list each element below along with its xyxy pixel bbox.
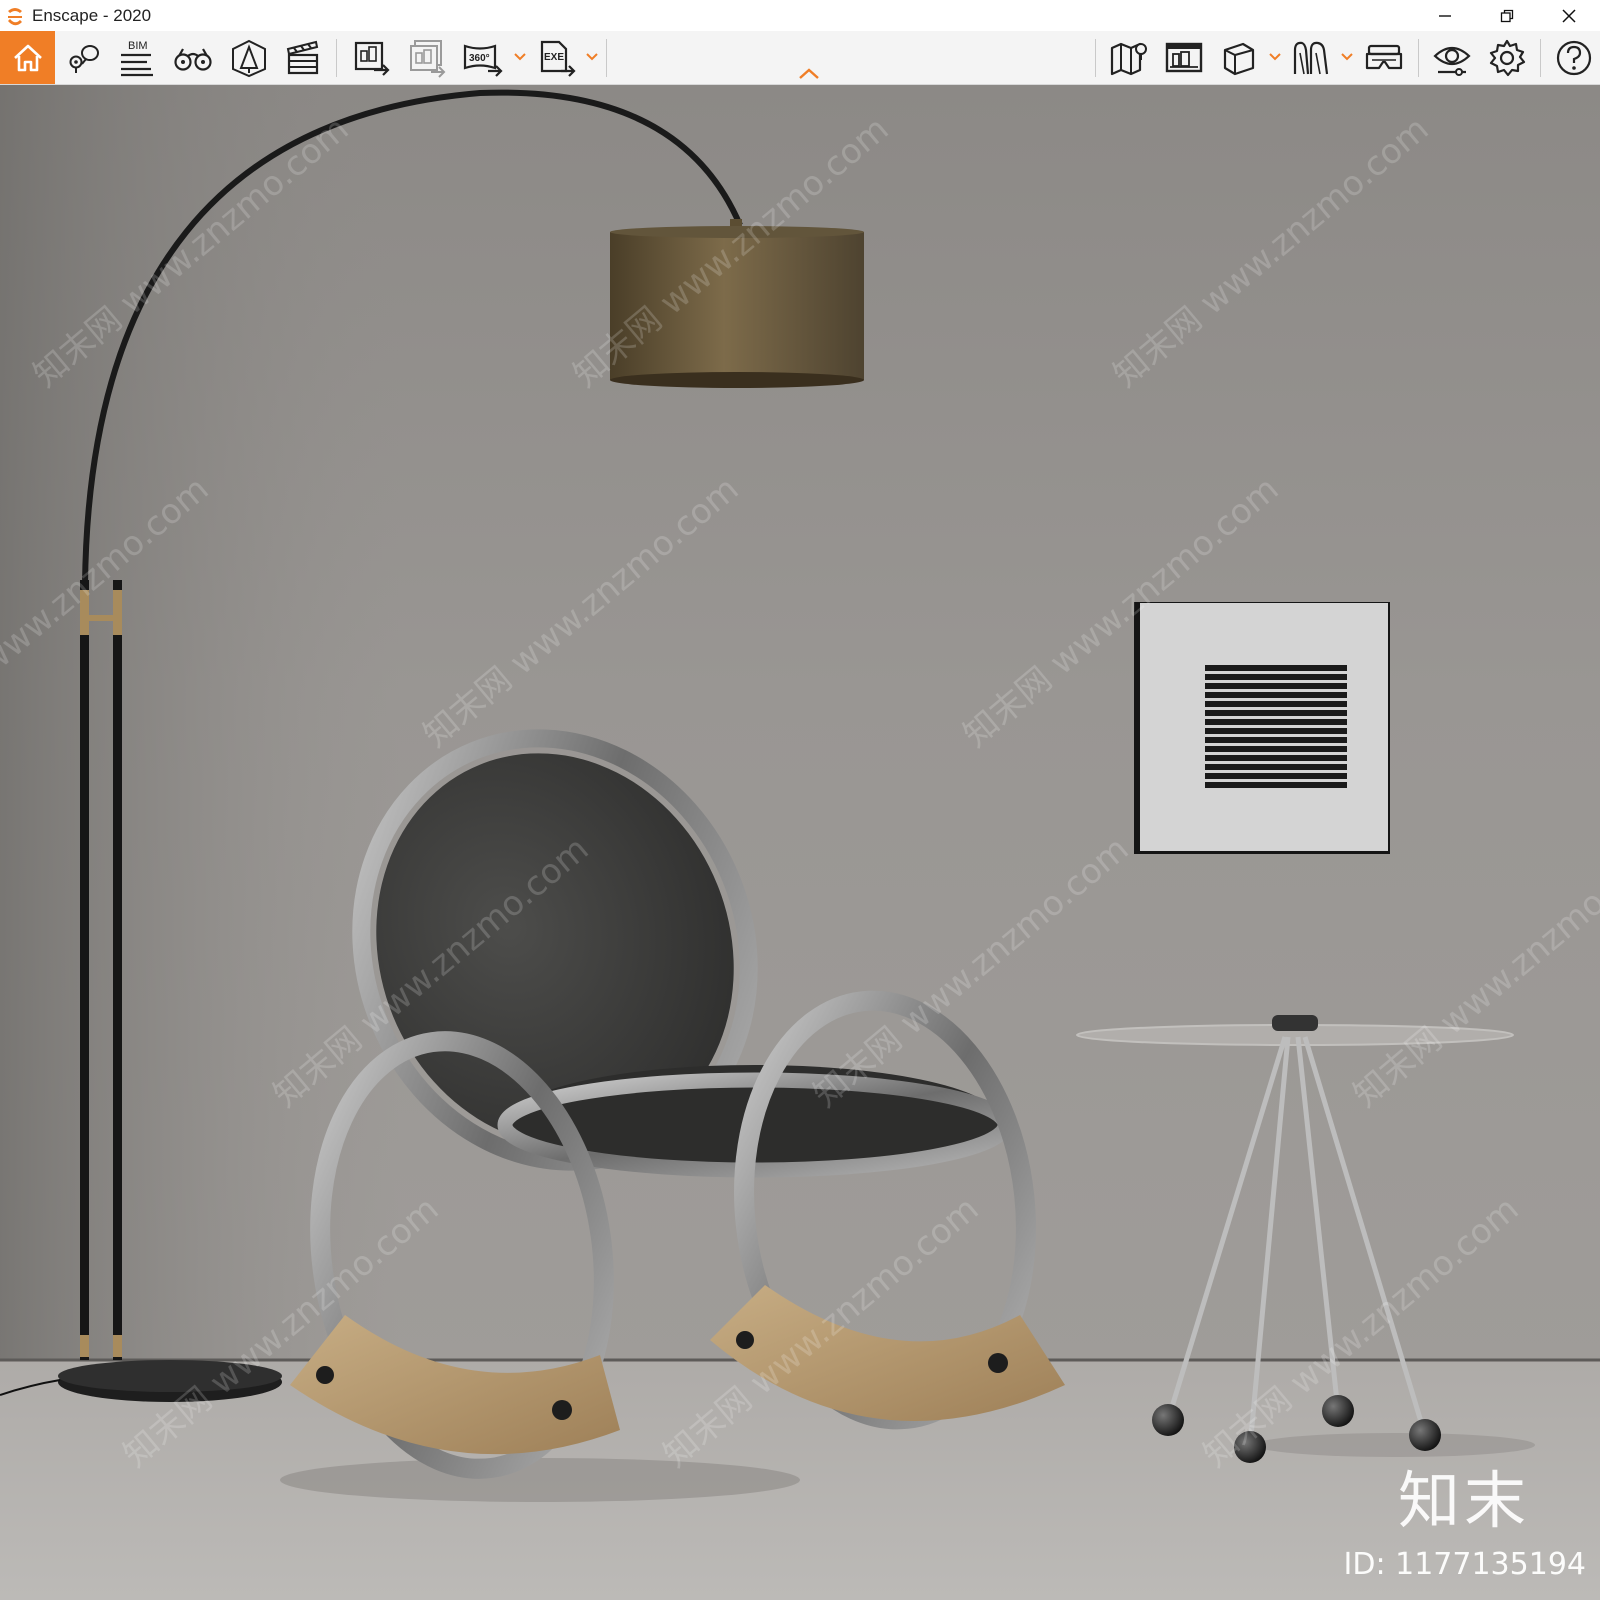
toolbar-separator bbox=[1418, 39, 1419, 77]
visual-settings-button[interactable] bbox=[1425, 31, 1479, 84]
brand-watermark: 知末 bbox=[1397, 1464, 1530, 1537]
window-title: Enscape - 2020 bbox=[32, 5, 152, 25]
image-id-label: ID: 1177135194 bbox=[1343, 1547, 1586, 1582]
batch-export-icon bbox=[410, 39, 446, 78]
home-button[interactable] bbox=[0, 31, 55, 84]
settings-gear-icon bbox=[1489, 39, 1526, 76]
panorama-360-icon: 360° bbox=[463, 43, 503, 77]
vr-headset-button[interactable] bbox=[1357, 31, 1411, 84]
window-controls bbox=[1414, 0, 1600, 31]
cube-button[interactable] bbox=[1212, 31, 1266, 84]
chevron-down-icon bbox=[586, 53, 598, 61]
bim-icon: BIM bbox=[121, 40, 153, 76]
enscape-toolbar: BIM 360° EXE bbox=[0, 31, 1600, 85]
exe-export-button[interactable]: EXE bbox=[530, 31, 584, 84]
help-button[interactable] bbox=[1547, 31, 1600, 84]
collapse-toolbar-button[interactable] bbox=[797, 65, 821, 83]
bim-label: BIM bbox=[128, 40, 148, 52]
walk-icon bbox=[1293, 41, 1329, 74]
map-icon bbox=[1110, 42, 1147, 75]
toolbar-separator bbox=[336, 39, 337, 77]
close-icon bbox=[1562, 8, 1576, 23]
map-button[interactable] bbox=[1102, 31, 1156, 84]
restore-icon bbox=[1500, 9, 1514, 22]
settings-button[interactable] bbox=[1480, 31, 1534, 84]
screenshot-export-icon bbox=[354, 41, 390, 76]
vr-headset-icon bbox=[1365, 44, 1403, 69]
clapperboard-icon bbox=[286, 40, 319, 74]
chevron-down-icon bbox=[1269, 53, 1281, 61]
binoculars-icon bbox=[174, 47, 212, 71]
binoculars-button[interactable] bbox=[166, 31, 220, 84]
title-bar: Enscape - 2020 bbox=[0, 0, 1600, 31]
chevron-down-icon bbox=[514, 53, 526, 61]
asset-library-button[interactable] bbox=[222, 31, 276, 84]
minimize-button[interactable] bbox=[1414, 0, 1476, 31]
screenshot-export-button[interactable] bbox=[345, 31, 399, 84]
eye-icon bbox=[1433, 46, 1471, 76]
walk-dropdown[interactable] bbox=[1340, 49, 1354, 65]
views-button[interactable] bbox=[56, 31, 110, 84]
restore-button[interactable] bbox=[1476, 0, 1538, 31]
panorama-button[interactable]: 360° bbox=[456, 31, 510, 84]
exe-dropdown[interactable] bbox=[585, 49, 599, 65]
home-icon bbox=[13, 44, 42, 71]
render-window-icon bbox=[1165, 42, 1203, 72]
panorama-label: 360° bbox=[469, 53, 490, 64]
enscape-window: Enscape - 2020 BIM 360° EXE 知末网 www.znzm… bbox=[0, 0, 1600, 1600]
cube-icon bbox=[1223, 42, 1255, 75]
wall-art bbox=[1134, 602, 1390, 854]
render-viewport[interactable]: 知末网 www.znzmo.com 知末网 www.znzmo.com 知末网 … bbox=[0, 85, 1600, 1600]
close-button[interactable] bbox=[1538, 0, 1600, 31]
toolbar-separator bbox=[606, 39, 607, 77]
toolbar-separator bbox=[1095, 39, 1096, 77]
walk-button[interactable] bbox=[1284, 31, 1338, 84]
chevron-up-icon bbox=[799, 68, 819, 79]
render-window-button[interactable] bbox=[1157, 31, 1211, 84]
panorama-dropdown[interactable] bbox=[513, 49, 527, 65]
exe-export-icon: EXE bbox=[540, 40, 576, 77]
exe-label: EXE bbox=[544, 52, 564, 63]
toolbar-separator bbox=[1540, 39, 1541, 77]
batch-export-button[interactable] bbox=[400, 31, 454, 84]
video-editor-button[interactable] bbox=[276, 31, 330, 84]
help-icon bbox=[1556, 40, 1592, 75]
bim-button[interactable]: BIM bbox=[110, 31, 164, 84]
asset-library-icon bbox=[232, 39, 266, 77]
cube-dropdown[interactable] bbox=[1268, 49, 1282, 65]
views-icon bbox=[69, 44, 99, 73]
minimize-icon bbox=[1439, 14, 1451, 17]
chevron-down-icon bbox=[1341, 53, 1353, 61]
enscape-logo-icon bbox=[2, 0, 28, 31]
